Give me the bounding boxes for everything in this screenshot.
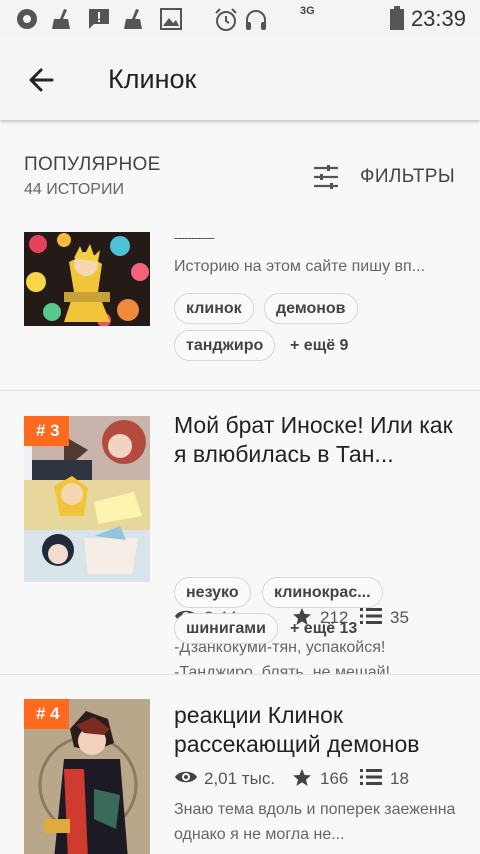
list-icon [360, 608, 382, 624]
sliders-icon [314, 165, 338, 189]
tag-chip[interactable]: клинокрас... [262, 577, 383, 608]
broom-icon [124, 9, 142, 29]
tag-chip[interactable]: демонов [264, 293, 358, 324]
tag-chip[interactable]: танджиро [174, 330, 276, 361]
story-title: реакции Клинок рассекающий демонов [174, 702, 420, 757]
story-description: Знаю тема вдоль и поперек заеженна однак… [174, 801, 456, 843]
clock: 23:39 [410, 6, 466, 31]
more-tags-link[interactable]: + ещё 9 [290, 337, 348, 355]
filters-label: ФИЛЬТРЫ [360, 166, 456, 187]
broom-icon [52, 9, 70, 29]
message-alert-icon [89, 9, 109, 29]
network-type: 3G [300, 5, 315, 17]
battery-icon [390, 6, 404, 30]
star-icon [293, 769, 311, 786]
tag-chip[interactable]: клинок [174, 293, 254, 324]
page-title: Клинок [108, 64, 197, 94]
section-header: ПОПУЛЯРНОЕ 44 ИСТОРИИ ФИЛЬТРЫ [0, 122, 480, 218]
record-icon [17, 9, 37, 29]
story-card[interactable]: ------------ Историю на этом сайте пишу … [0, 218, 480, 390]
status-bar: 3G 23:39 [0, 0, 480, 36]
story-cover-image: # 3 [24, 416, 150, 582]
rank-badge: # 4 [24, 699, 69, 729]
section-title: ПОПУЛЯРНОЕ [24, 154, 161, 175]
tag-chip[interactable]: незуко [174, 577, 251, 608]
alarm-icon [215, 8, 237, 31]
headset-icon [246, 10, 266, 30]
views-count: 2,01 тыс. [204, 769, 276, 788]
tag-chip[interactable]: шинигами [174, 613, 278, 644]
more-tags-link[interactable]: + ещё 13 [290, 620, 357, 638]
list-icon [360, 769, 382, 785]
rank-badge: # 3 [24, 416, 69, 446]
arrow-left-icon [29, 68, 54, 92]
app-bar: Клинок [0, 36, 480, 120]
eye-icon [175, 771, 197, 783]
back-button[interactable] [24, 62, 60, 98]
story-count: 44 ИСТОРИИ [24, 181, 124, 198]
story-description: Историю на этом сайте пишу вп... [174, 258, 426, 275]
story-title: ------------ [174, 230, 215, 245]
story-cover-image [24, 232, 150, 326]
story-title: Мой брат Иноске! Или как я влюбилась в Т… [174, 412, 453, 467]
parts-count: 35 [390, 608, 409, 627]
story-card[interactable]: # 4 реакции Клинок рассекающий демонов 2… [0, 675, 480, 854]
story-list-screen: ПОПУЛЯРНОЕ 44 ИСТОРИИ ФИЛЬТРЫ ----------… [0, 122, 480, 854]
parts-count: 18 [390, 769, 409, 788]
image-icon [160, 8, 182, 30]
story-cover-image: # 4 [24, 699, 150, 854]
votes-count: 166 [320, 769, 349, 788]
